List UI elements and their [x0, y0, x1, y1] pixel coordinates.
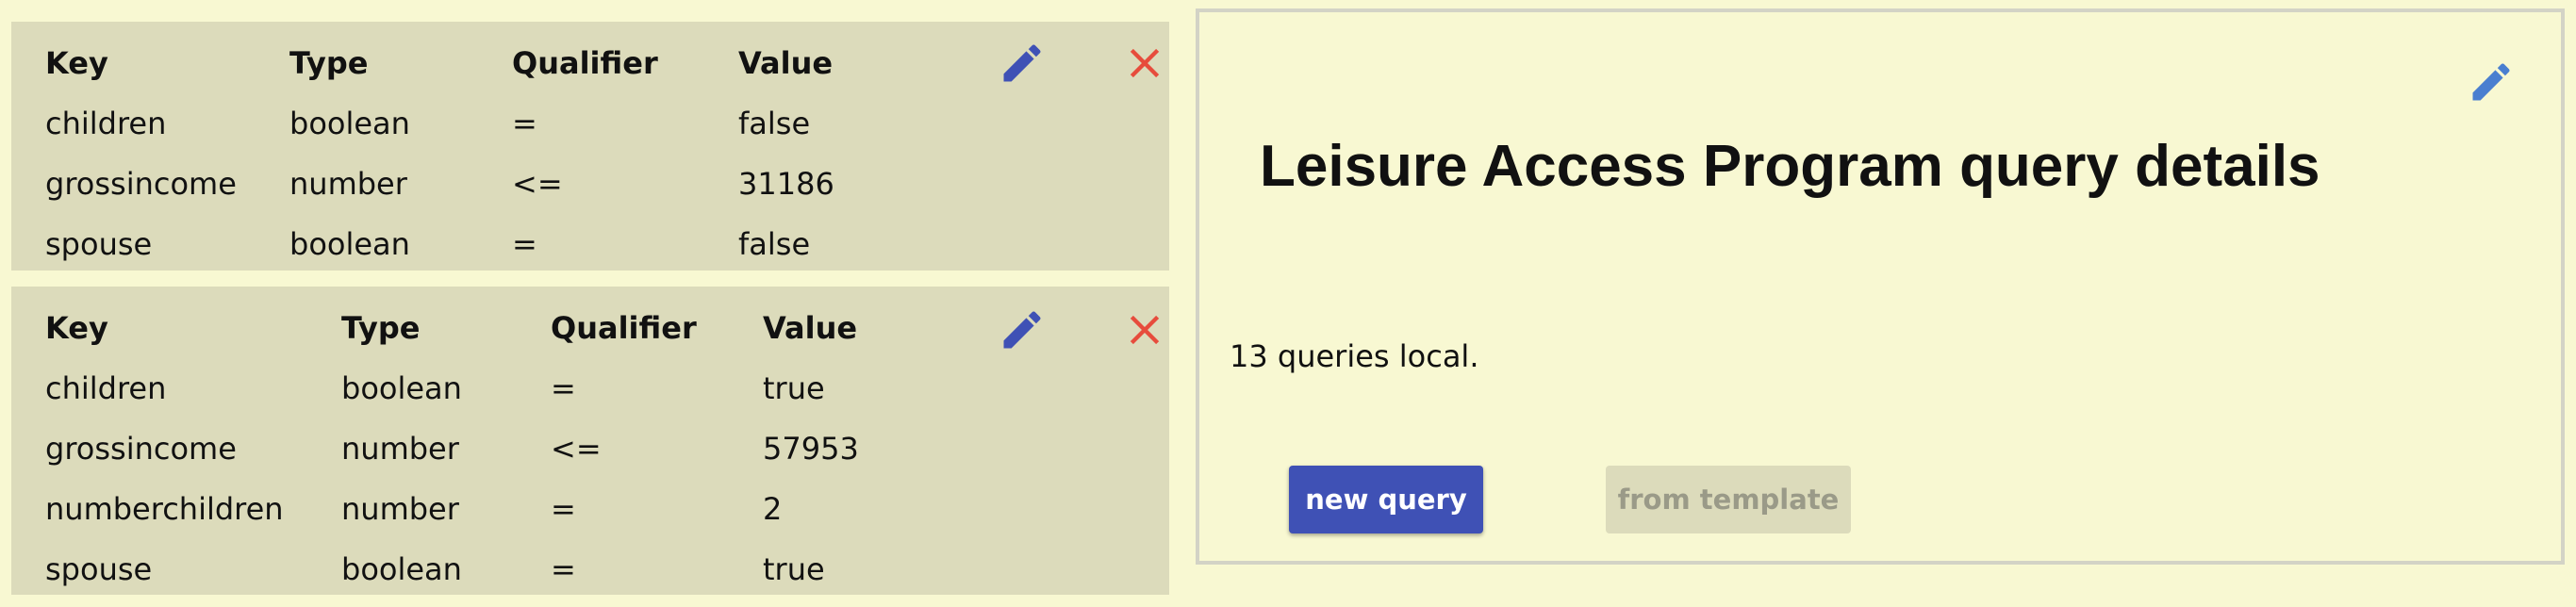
- table-row: numberchildren number = 2: [45, 479, 970, 539]
- cell-value: false: [738, 106, 811, 141]
- cell-key: spouse: [45, 226, 153, 262]
- program-details-panel: Leisure Access Program query details 13 …: [1196, 8, 2565, 565]
- table-row: grossincome number <= 31186: [45, 154, 946, 214]
- cell-type: boolean: [341, 370, 462, 406]
- cell-key: numberchildren: [45, 491, 284, 527]
- from-template-button[interactable]: from template: [1606, 466, 1851, 533]
- close-icon: [1130, 48, 1160, 78]
- cell-key: children: [45, 370, 167, 406]
- column-header-key: Key: [45, 310, 108, 346]
- delete-query-button[interactable]: [1120, 305, 1169, 354]
- cell-type: boolean: [289, 226, 410, 262]
- column-header-type: Type: [341, 310, 421, 346]
- table-row: children boolean = true: [45, 358, 970, 418]
- cell-type: number: [341, 431, 459, 467]
- cell-qualifier: =: [551, 491, 576, 527]
- table-row: spouse boolean = true: [45, 539, 970, 599]
- table-row: spouse boolean = false: [45, 214, 946, 274]
- cell-key: grossincome: [45, 166, 237, 202]
- cell-value: false: [738, 226, 811, 262]
- pencil-icon: [1003, 311, 1041, 349]
- cell-value: 2: [763, 491, 783, 527]
- cell-key: spouse: [45, 551, 153, 587]
- cell-key: grossincome: [45, 431, 237, 467]
- query-card: Key Type Qualifier Value children boolea…: [11, 287, 1169, 595]
- cell-qualifier: =: [551, 370, 576, 406]
- cell-qualifier: <=: [551, 431, 602, 467]
- query-table: Key Type Qualifier Value children boolea…: [45, 298, 970, 599]
- query-table: Key Type Qualifier Value children boolea…: [45, 33, 946, 274]
- column-header-key: Key: [45, 45, 108, 81]
- query-count-text: 13 queries local.: [1230, 338, 1479, 374]
- column-header-qualifier: Qualifier: [512, 45, 658, 81]
- cell-key: children: [45, 106, 167, 141]
- cell-value: 57953: [763, 431, 859, 467]
- edit-query-button[interactable]: [998, 39, 1047, 88]
- cell-type: number: [341, 491, 459, 527]
- close-icon: [1130, 315, 1160, 345]
- cell-qualifier: =: [512, 106, 537, 141]
- table-row: grossincome number <= 57953: [45, 418, 970, 479]
- cell-value: 31186: [738, 166, 834, 202]
- cell-type: boolean: [289, 106, 410, 141]
- column-header-type: Type: [289, 45, 369, 81]
- delete-query-button[interactable]: [1120, 39, 1169, 88]
- query-card: Key Type Qualifier Value children boolea…: [11, 22, 1169, 271]
- page-title: Leisure Access Program query details: [1260, 134, 2320, 199]
- table-header-row: Key Type Qualifier Value: [45, 33, 946, 93]
- pencil-icon: [1003, 44, 1041, 82]
- table-row: children boolean = false: [45, 93, 946, 154]
- column-header-value: Value: [738, 45, 834, 81]
- new-query-button[interactable]: new query: [1289, 466, 1483, 533]
- edit-program-button[interactable]: [2467, 57, 2516, 107]
- cell-value: true: [763, 370, 825, 406]
- edit-query-button[interactable]: [998, 305, 1047, 354]
- cell-qualifier: =: [551, 551, 576, 587]
- cell-type: number: [289, 166, 407, 202]
- cell-qualifier: =: [512, 226, 537, 262]
- column-header-qualifier: Qualifier: [551, 310, 697, 346]
- pencil-icon: [2472, 63, 2510, 101]
- cell-value: true: [763, 551, 825, 587]
- column-header-value: Value: [763, 310, 858, 346]
- table-header-row: Key Type Qualifier Value: [45, 298, 970, 358]
- cell-qualifier: <=: [512, 166, 563, 202]
- cell-type: boolean: [341, 551, 462, 587]
